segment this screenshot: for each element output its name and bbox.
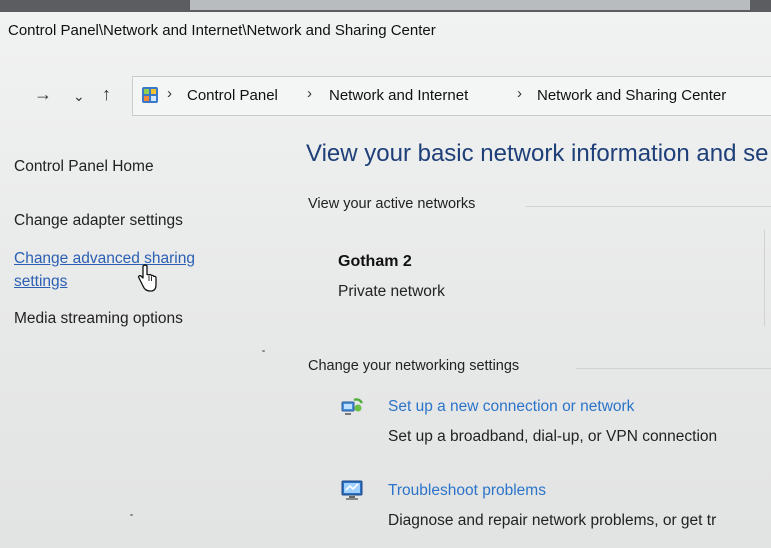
change-adapter-settings-link[interactable]: Change adapter settings <box>14 212 183 230</box>
troubleshoot-problems-link[interactable]: Troubleshoot problems <box>388 482 546 500</box>
recent-locations-dropdown[interactable]: ⌄ <box>73 86 85 106</box>
network-panel-divider <box>764 230 765 326</box>
troubleshoot-icon <box>341 480 363 500</box>
forward-button[interactable]: → <box>34 84 52 104</box>
set-up-new-connection-description: Set up a broadband, dial-up, or VPN conn… <box>388 428 718 445</box>
breadcrumb-network-and-sharing-center[interactable]: Network and Sharing Center <box>537 87 726 104</box>
breadcrumb-network-and-internet[interactable]: Network and Internet <box>329 87 468 104</box>
troubleshoot-problems-description: Diagnose and repair network problems, or… <box>388 512 717 529</box>
screen-speck <box>262 350 265 352</box>
screen-speck <box>130 514 133 516</box>
active-networks-header: View your active networks <box>308 196 476 212</box>
navigation-bar: → ⌄ ↑ › Control Panel › Network and Inte… <box>0 76 771 116</box>
set-up-new-connection-link[interactable]: Set up a new connection or network <box>388 398 634 416</box>
control-panel-icon <box>142 87 158 103</box>
page-title: View your basic network information and … <box>306 140 769 167</box>
network-category: Private network <box>338 283 445 300</box>
breadcrumb-control-panel[interactable]: Control Panel <box>187 87 278 104</box>
address-bar[interactable]: › Control Panel › Network and Internet ›… <box>132 76 771 116</box>
networking-settings-divider <box>576 368 771 369</box>
window-tab-edge <box>190 0 750 10</box>
breadcrumb-separator: › <box>517 85 522 102</box>
breadcrumb-separator: › <box>167 85 172 102</box>
networking-settings-header: Change your networking settings <box>308 358 520 374</box>
up-button[interactable]: ↑ <box>102 84 111 104</box>
window-title: Control Panel\Network and Internet\Netwo… <box>8 22 436 39</box>
network-name: Gotham 2 <box>338 253 412 270</box>
hand-cursor-icon <box>137 264 157 292</box>
change-advanced-sharing-link-line2[interactable]: settings <box>14 273 67 291</box>
breadcrumb-separator: › <box>307 85 312 102</box>
new-connection-icon <box>341 398 364 415</box>
media-streaming-options-link[interactable]: Media streaming options <box>14 310 183 328</box>
change-advanced-sharing-link[interactable]: Change advanced sharing <box>14 250 195 268</box>
top-bezel-strip <box>0 0 771 12</box>
control-panel-home-link[interactable]: Control Panel Home <box>14 158 154 176</box>
active-networks-divider <box>526 206 771 207</box>
